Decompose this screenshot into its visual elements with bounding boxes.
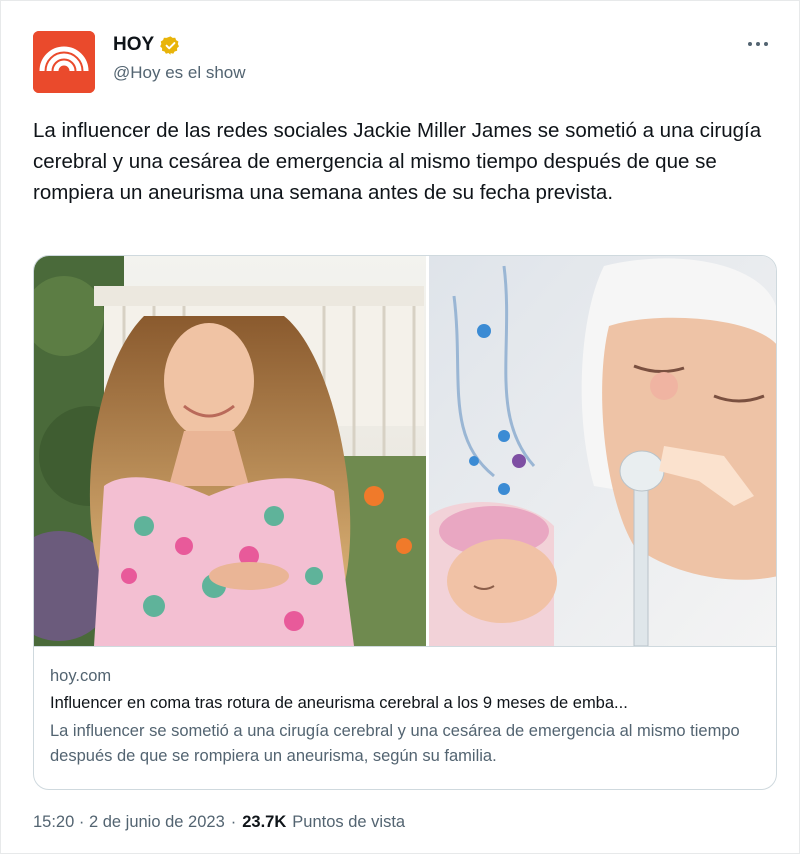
card-domain: hoy.com — [50, 667, 112, 685]
tweet-text: La influencer de las redes sociales Jack… — [33, 119, 762, 204]
views-label: Puntos de vista — [292, 813, 406, 831]
account-name[interactable]: HOY — [113, 34, 154, 56]
footer-separator: · — [230, 813, 237, 831]
hoy-rainbow-logo-icon — [33, 31, 95, 93]
card-image[interactable] — [34, 256, 776, 646]
card-description: La influencer se sometió a una cirugía c… — [50, 722, 740, 765]
more-options-icon[interactable] — [743, 29, 773, 59]
account-name-row[interactable]: HOY — [113, 34, 181, 56]
link-preview-card[interactable]: hoy.com Influencer en coma tras rotura d… — [33, 255, 777, 790]
verified-badge-icon — [160, 35, 181, 56]
avatar[interactable] — [33, 31, 95, 93]
pregnant-woman-photo — [34, 256, 426, 646]
card-title: Influencer en coma tras rotura de aneuri… — [50, 694, 628, 712]
hospital-photo — [429, 256, 776, 646]
views-count: 23.7K — [242, 813, 287, 831]
card-meta[interactable]: hoy.com Influencer en coma tras rotura d… — [34, 646, 776, 789]
tweet-footer: 15:20 · 2 de junio de 2023 · 23.7K Punto… — [33, 813, 405, 832]
tweet-timestamp[interactable]: 15:20 · 2 de junio de 2023 — [33, 813, 225, 832]
account-handle[interactable]: @Hoy es el show — [113, 63, 246, 83]
tweet-card: HOY @Hoy es el show La influencer de las… — [0, 0, 800, 854]
